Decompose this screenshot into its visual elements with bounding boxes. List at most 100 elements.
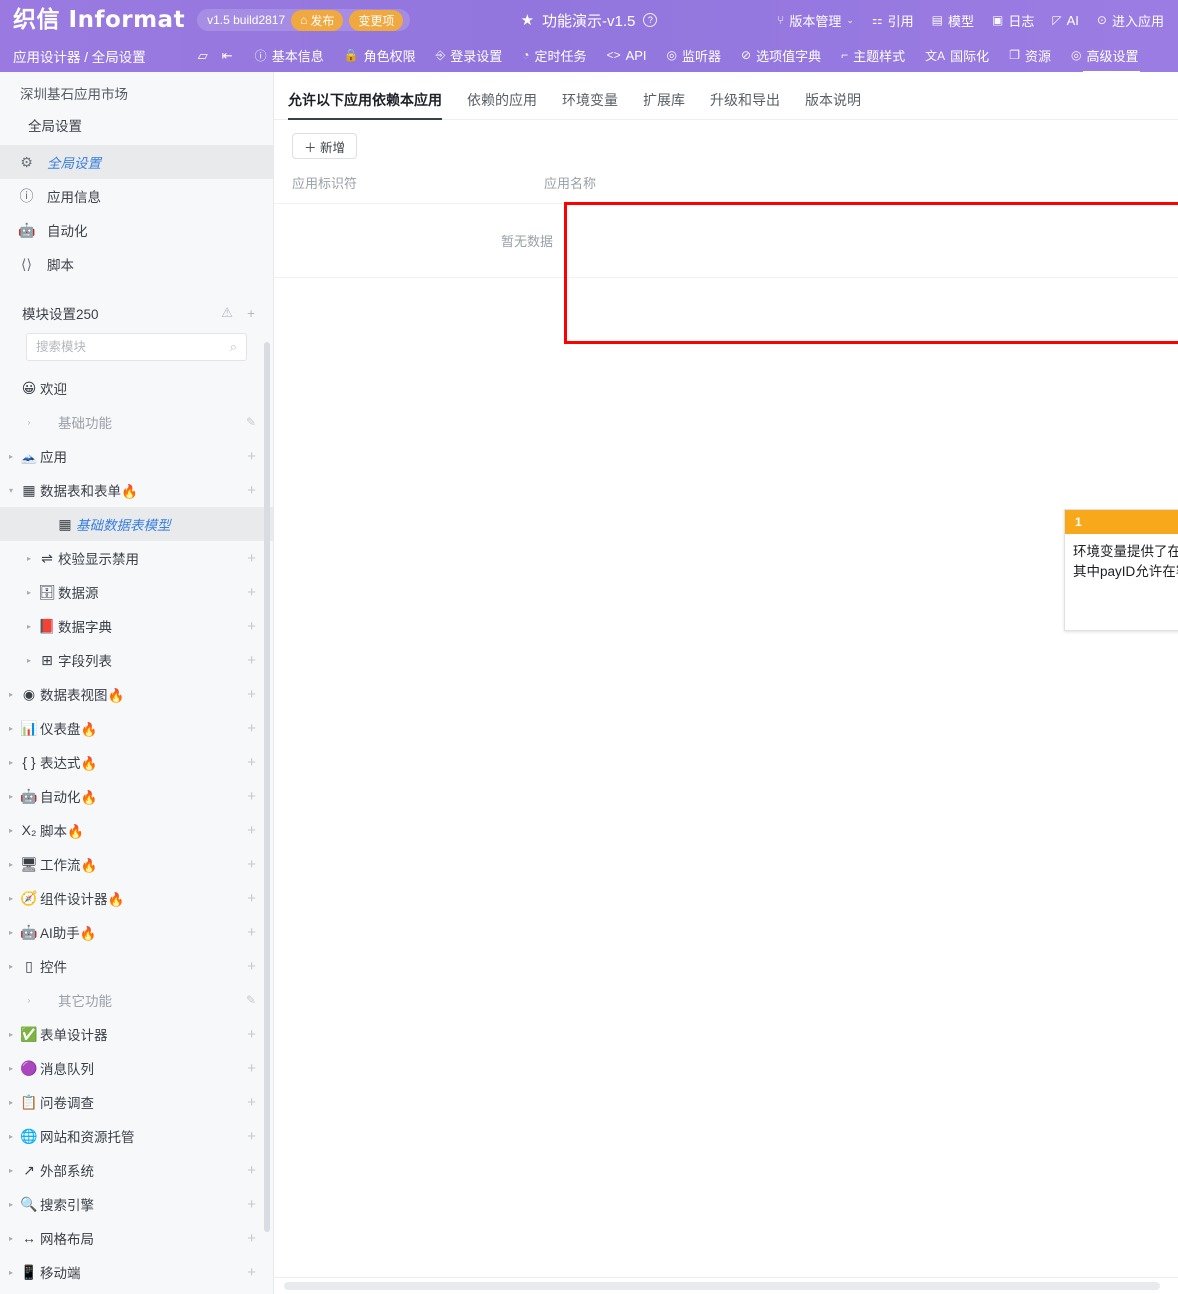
settings-nav-item[interactable]: ◔定时任务 [522,46,586,67]
settings-nav-item[interactable]: ◎高级设置 [1071,46,1139,67]
module-tree-item[interactable]: ▦基础数据表模型 [0,507,273,541]
module-tree-item[interactable]: ▸✅表单设计器+ [0,1017,273,1051]
module-tree-item[interactable]: ▸↔网格布局+ [0,1221,273,1255]
expand-arrow-icon[interactable]: ▸ [4,1234,18,1243]
add-child-icon[interactable]: + [247,687,256,702]
edit-icon[interactable]: ✎ [246,993,256,1007]
module-tree-item[interactable]: 😀欢迎 [0,371,273,405]
module-tree-item[interactable]: ▸↗外部系统+ [0,1153,273,1187]
add-child-icon[interactable]: + [247,925,256,940]
add-child-icon[interactable]: + [247,1163,256,1178]
expand-arrow-icon[interactable]: ▸ [4,894,18,903]
header-action-log[interactable]: ▣ 日志 [992,11,1034,30]
content-tab[interactable]: 依赖的应用 [467,90,537,119]
module-tree-item[interactable]: ▸🌐网站和资源托管+ [0,1119,273,1153]
content-tab[interactable]: 扩展库 [643,90,685,119]
expand-arrow-icon[interactable]: ▸ [4,724,18,733]
expand-arrow-icon[interactable]: ▸ [4,1166,18,1175]
help-icon[interactable]: ? [643,13,657,27]
module-tree-item[interactable]: ▸🗄数据源+ [0,575,273,609]
add-child-icon[interactable]: + [247,619,256,634]
expand-arrow-icon[interactable]: ▸ [22,656,36,665]
add-child-icon[interactable]: + [247,755,256,770]
search-input[interactable] [36,340,230,354]
add-child-icon[interactable]: + [247,959,256,974]
star-icon[interactable]: ★ [521,11,534,29]
collapse-icon[interactable]: ⇤ [222,48,233,64]
expand-arrow-icon[interactable]: › [22,418,36,427]
expand-arrow-icon[interactable]: › [22,996,36,1005]
expand-arrow-icon[interactable]: ▸ [4,758,18,767]
expand-arrow-icon[interactable]: ▸ [4,962,18,971]
expand-arrow-icon[interactable]: ▸ [4,690,18,699]
content-tab[interactable]: 版本说明 [805,90,861,119]
add-child-icon[interactable]: + [247,1095,256,1110]
module-tree-item[interactable]: ▸🖨打印模板+ [0,1289,273,1294]
expand-arrow-icon[interactable]: ▸ [4,1030,18,1039]
add-child-icon[interactable]: + [247,823,256,838]
sidebar-item-global-settings[interactable]: ⚙ 全局设置 [0,145,273,179]
add-child-icon[interactable]: + [247,1027,256,1042]
module-tree-item[interactable]: ▸{ }表达式🔥+ [0,745,273,779]
add-child-icon[interactable]: + [247,449,256,464]
expand-arrow-icon[interactable]: ▸ [4,1098,18,1107]
add-child-icon[interactable]: + [247,1231,256,1246]
module-tree-item[interactable]: ▸🤖AI助手🔥+ [0,915,273,949]
header-action-reference[interactable]: ⚏ 引用 [872,11,914,30]
settings-nav-item[interactable]: ⊘选项值字典 [741,46,821,67]
module-tree-item[interactable]: ▸▯控件+ [0,949,273,983]
header-action-model[interactable]: ▤ 模型 [932,11,974,30]
expand-arrow-icon[interactable]: ▸ [4,452,18,461]
expand-arrow-icon[interactable]: ▸ [4,928,18,937]
settings-nav-item[interactable]: ◎监听器 [667,46,722,67]
module-tree-item[interactable]: ▸🟣消息队列+ [0,1051,273,1085]
settings-nav-item[interactable]: ⎆登录设置 [436,46,503,67]
edit-icon[interactable]: ✎ [246,415,256,429]
expand-arrow-icon[interactable]: ▸ [4,1200,18,1209]
add-child-icon[interactable]: + [247,1197,256,1212]
note-icon[interactable]: ▱ [198,48,208,64]
module-tree-item[interactable]: ▸🤖自动化🔥+ [0,779,273,813]
add-child-icon[interactable]: + [247,1061,256,1076]
expand-arrow-icon[interactable]: ▸ [22,622,36,631]
add-child-icon[interactable]: + [247,483,256,498]
module-tree-item[interactable]: ▸🔍搜索引擎+ [0,1187,273,1221]
settings-nav-item[interactable]: ❐资源 [1009,46,1051,67]
expand-arrow-icon[interactable]: ▸ [4,1268,18,1277]
expand-arrow-icon[interactable]: ▸ [4,826,18,835]
expand-arrow-icon[interactable]: ▸ [4,860,18,869]
module-tree-item[interactable]: ▸📱移动端+ [0,1255,273,1289]
add-child-icon[interactable]: + [247,1265,256,1280]
sidebar-scrollbar[interactable] [264,342,270,1232]
header-action-enter-app[interactable]: ⊙ 进入应用 [1097,11,1164,30]
add-child-icon[interactable]: + [247,585,256,600]
module-tree-item[interactable]: ›其它功能✎ [0,983,273,1017]
add-child-icon[interactable]: + [247,891,256,906]
module-tree-item[interactable]: ▾▦数据表和表单🔥+ [0,473,273,507]
module-tree-item[interactable]: ›基础功能✎ [0,405,273,439]
expand-arrow-icon[interactable]: ▾ [4,486,18,495]
add-button[interactable]: ＋ 新增 [292,133,357,159]
module-tree-item[interactable]: ▸🖥工作流🔥+ [0,847,273,881]
sidebar-item-script[interactable]: ⟨⟩ 脚本 [0,247,273,281]
publish-button[interactable]: ⌂ 发布 [291,10,343,31]
module-search-box[interactable]: ⌕ [26,333,247,361]
horizontal-scrollbar[interactable] [284,1282,1160,1290]
expand-arrow-icon[interactable]: ▸ [22,588,36,597]
warning-icon[interactable]: ⚠ [221,305,233,321]
sidebar-item-app-info[interactable]: ⓘ 应用信息 [0,179,273,213]
add-child-icon[interactable]: + [247,1129,256,1144]
changes-button[interactable]: 变更项 [349,10,403,31]
add-module-icon[interactable]: + [247,306,255,321]
expand-arrow-icon[interactable]: ▸ [4,1132,18,1141]
settings-nav-item[interactable]: 🔒角色权限 [344,46,416,67]
module-tree-item[interactable]: ▸📋问卷调查+ [0,1085,273,1119]
settings-nav-item[interactable]: <>API [607,48,647,65]
settings-nav-item[interactable]: ⓘ基本信息 [255,46,324,67]
add-child-icon[interactable]: + [247,789,256,804]
add-child-icon[interactable]: + [247,857,256,872]
module-tree-item[interactable]: ▸🗻应用+ [0,439,273,473]
header-action-version-manage[interactable]: ⑂ 版本管理 ⌄ [777,11,854,30]
module-tree-item[interactable]: ▸⇌校验显示禁用+ [0,541,273,575]
module-tree-item[interactable]: ▸📊仪表盘🔥+ [0,711,273,745]
